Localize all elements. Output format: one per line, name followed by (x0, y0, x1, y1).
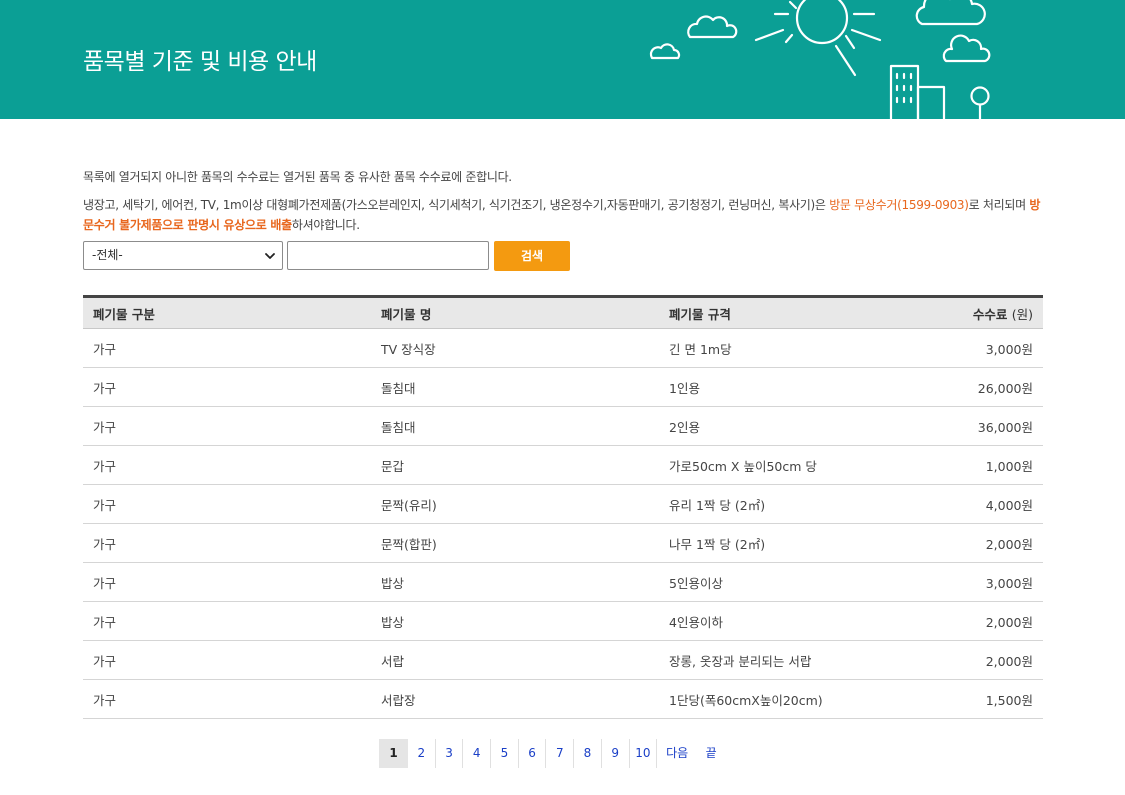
cell-category: 가구 (83, 640, 371, 680)
cell-name: 서랍장 (371, 679, 659, 719)
cell-category: 가구 (83, 328, 371, 368)
category-select[interactable]: -전체- (83, 241, 283, 270)
cell-spec: 1단당(폭60cmX높이20cm) (659, 679, 923, 719)
table-row: 가구 돌침대 2인용 36,000원 (83, 406, 1043, 446)
cell-category: 가구 (83, 679, 371, 719)
cell-spec: 2인용 (659, 406, 923, 446)
cell-name: TV 장식장 (371, 328, 659, 368)
cell-fee: 1,000원 (923, 445, 1043, 485)
cell-category: 가구 (83, 367, 371, 407)
page-link[interactable]: 5 (491, 739, 519, 768)
cell-spec: 가로50cm X 높이50cm 당 (659, 445, 923, 485)
table-row: 가구 문짝(합판) 나무 1짝 당 (2㎡) 2,000원 (83, 523, 1043, 563)
header-name: 폐기물 명 (371, 296, 659, 329)
page-link[interactable]: 10 (630, 739, 658, 768)
cell-spec: 유리 1짝 당 (2㎡) (659, 484, 923, 524)
page-link-current[interactable]: 1 (379, 739, 408, 768)
page-banner: 품목별 기준 및 비용 안내 (0, 0, 1125, 119)
cell-fee: 1,500원 (923, 679, 1043, 719)
cell-name: 문짝(유리) (371, 484, 659, 524)
chevron-down-icon (265, 253, 275, 259)
notice-unlisted-items: 목록에 열거되지 아니한 품목의 수수료는 열거된 품목 중 유사한 품목 수수… (83, 170, 512, 184)
page-link[interactable]: 3 (436, 739, 464, 768)
table-row: 가구 TV 장식장 긴 면 1m당 3,000원 (83, 328, 1043, 368)
cell-fee: 2,000원 (923, 523, 1043, 563)
cell-name: 문갑 (371, 445, 659, 485)
cell-spec: 장롱, 옷장과 분리되는 서랍 (659, 640, 923, 680)
header-fee-label: 수수료 (972, 306, 1008, 322)
cell-fee: 4,000원 (923, 484, 1043, 524)
table-row: 가구 문짝(유리) 유리 1짝 당 (2㎡) 4,000원 (83, 484, 1043, 524)
header-fee-unit: (원) (1011, 306, 1033, 322)
cell-fee: 2,000원 (923, 601, 1043, 641)
cell-name: 돌침대 (371, 367, 659, 407)
cell-spec: 나무 1짝 당 (2㎡) (659, 523, 923, 563)
page-link[interactable]: 7 (546, 739, 575, 768)
cell-fee: 3,000원 (923, 562, 1043, 602)
cell-name: 밥상 (371, 562, 659, 602)
cell-fee: 36,000원 (923, 406, 1043, 446)
cell-category: 가구 (83, 562, 371, 602)
category-select-value: -전체- (92, 248, 123, 262)
cell-fee: 26,000원 (923, 367, 1043, 407)
table-row: 가구 밥상 5인용이상 3,000원 (83, 562, 1043, 602)
cell-spec: 긴 면 1m당 (659, 328, 923, 368)
cell-spec: 1인용 (659, 367, 923, 407)
page-link[interactable]: 9 (602, 739, 630, 768)
fee-table: 폐기물 구분 폐기물 명 폐기물 규격 수수료 (원) 가구 TV 장식장 긴 … (83, 295, 1043, 719)
page-link[interactable]: 2 (408, 739, 436, 768)
notice-text: 로 처리되며 (968, 198, 1030, 212)
last-page-link[interactable]: 끝 (697, 739, 725, 768)
cell-fee: 3,000원 (923, 328, 1043, 368)
search-input[interactable] (287, 241, 489, 270)
page-link[interactable]: 4 (463, 739, 492, 768)
page-title: 품목별 기준 및 비용 안내 (83, 49, 317, 75)
cell-spec: 5인용이상 (659, 562, 923, 602)
next-page-link[interactable]: 다음 (657, 739, 697, 768)
notice-large-appliances: 냉장고, 세탁기, 에어컨, TV, 1m이상 대형폐가전제품(가스오븐레인지,… (83, 195, 1048, 235)
fee-table-container: 폐기물 구분 폐기물 명 폐기물 규격 수수료 (원) 가구 TV 장식장 긴 … (83, 295, 1043, 719)
table-row: 가구 문갑 가로50cm X 높이50cm 당 1,000원 (83, 445, 1043, 485)
cell-name: 밥상 (371, 601, 659, 641)
search-button[interactable]: 검색 (494, 241, 570, 271)
page-link[interactable]: 6 (519, 739, 547, 768)
header-category: 폐기물 구분 (83, 296, 371, 329)
notice-text: 하셔야합니다. (291, 218, 360, 232)
cell-category: 가구 (83, 445, 371, 485)
cell-fee: 2,000원 (923, 640, 1043, 680)
cell-spec: 4인용이하 (659, 601, 923, 641)
table-row: 가구 서랍 장롱, 옷장과 분리되는 서랍 2,000원 (83, 640, 1043, 680)
cell-category: 가구 (83, 484, 371, 524)
cell-name: 돌침대 (371, 406, 659, 446)
cell-name: 문짝(합판) (371, 523, 659, 563)
header-spec: 폐기물 규격 (659, 296, 923, 329)
page-link[interactable]: 8 (574, 739, 602, 768)
banner-illustration-icon (649, 0, 991, 119)
cell-category: 가구 (83, 601, 371, 641)
cell-name: 서랍 (371, 640, 659, 680)
header-fee: 수수료 (원) (923, 296, 1043, 329)
table-row: 가구 서랍장 1단당(폭60cmX높이20cm) 1,500원 (83, 679, 1043, 719)
table-row: 가구 돌침대 1인용 26,000원 (83, 367, 1043, 407)
table-header-row: 폐기물 구분 폐기물 명 폐기물 규격 수수료 (원) (83, 296, 1043, 329)
pagination: 1 2 3 4 5 6 7 8 9 10 다음 끝 (379, 739, 725, 768)
free-pickup-phone-text: 방문 무상수거(1599-0903) (829, 198, 969, 212)
notice-text: 냉장고, 세탁기, 에어컨, TV, 1m이상 대형폐가전제품(가스오븐레인지,… (83, 198, 830, 212)
table-row: 가구 밥상 4인용이하 2,000원 (83, 601, 1043, 641)
cell-category: 가구 (83, 406, 371, 446)
cell-category: 가구 (83, 523, 371, 563)
